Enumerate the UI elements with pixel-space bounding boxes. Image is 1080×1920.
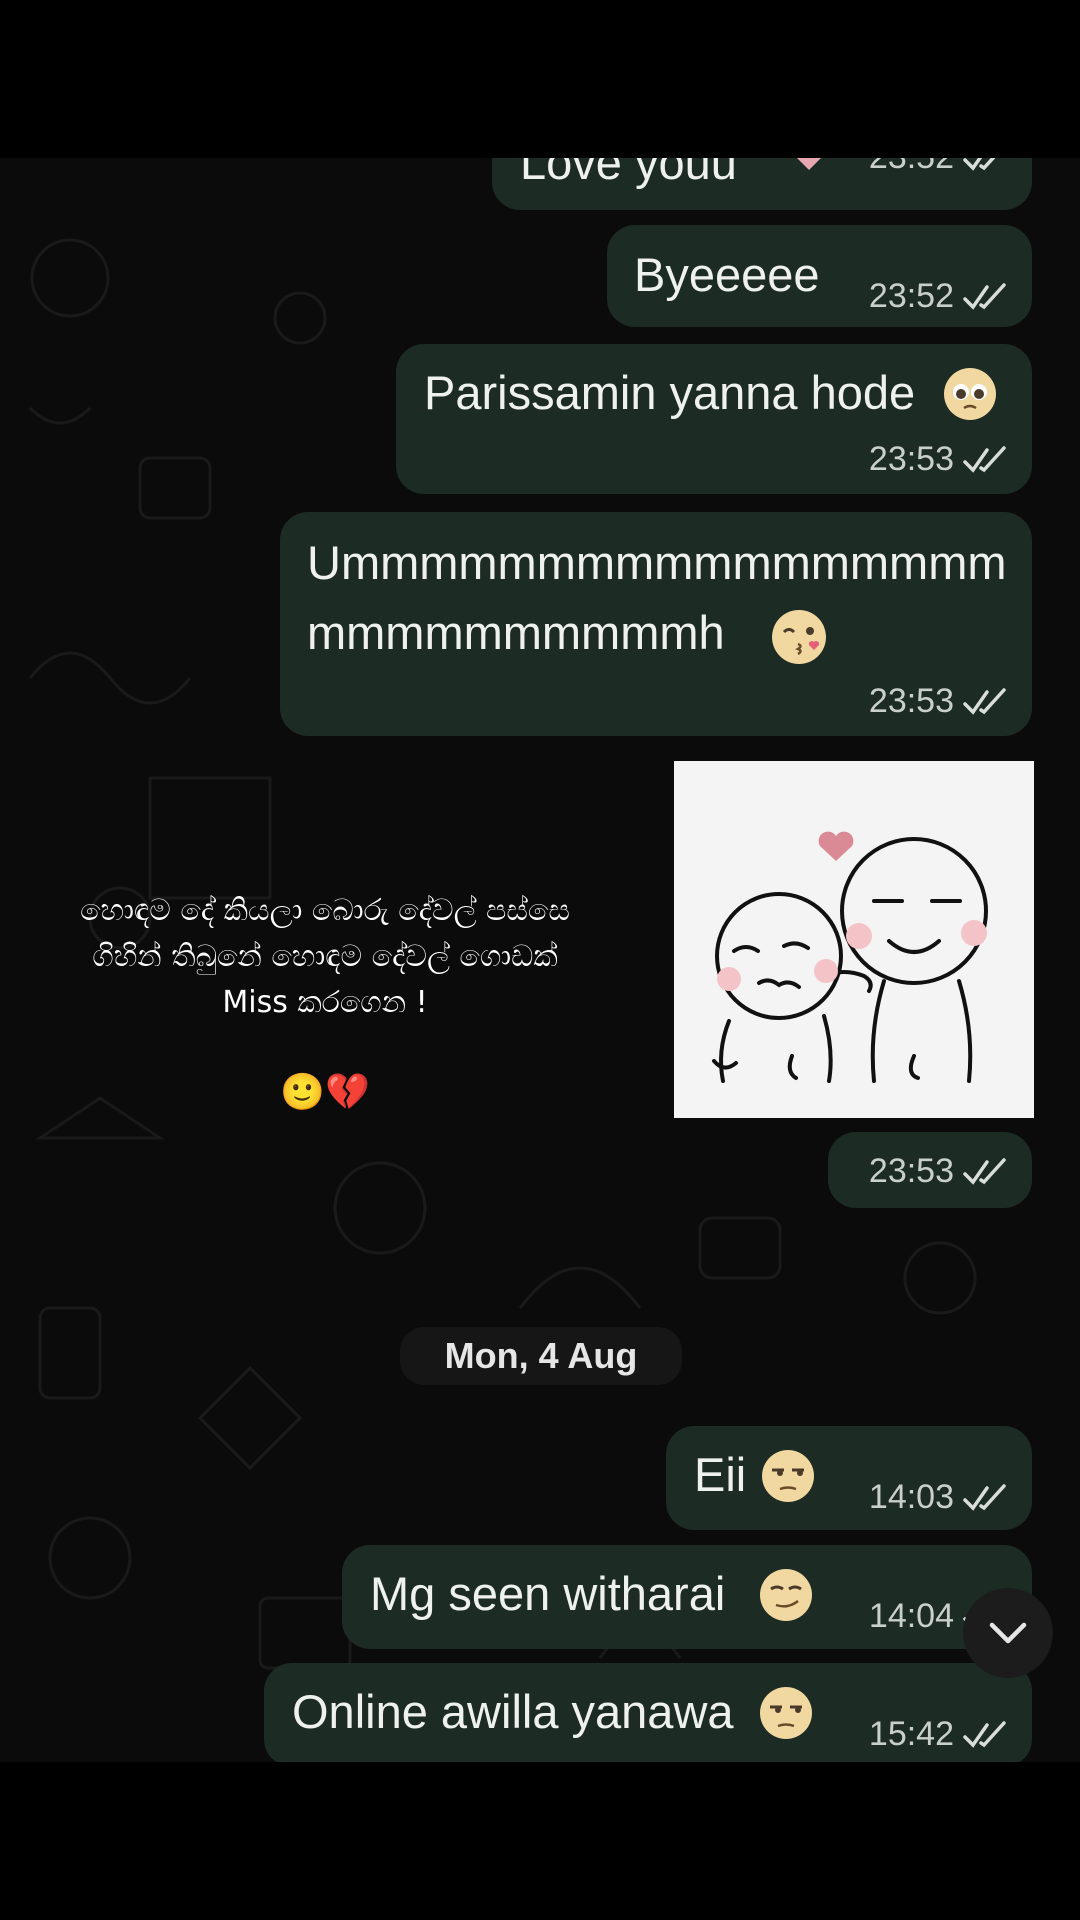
double-check-icon [963, 445, 1006, 473]
caption-line-2: ගිහින් තිබුනේ හොඳම දේවල් ගොඩක් [92, 939, 558, 974]
heart-icon [797, 158, 821, 170]
message-text: Love youu [520, 158, 737, 189]
double-check-icon [963, 282, 1006, 310]
outgoing-message[interactable]: Mg seen witharai 14:04 [342, 1545, 1032, 1649]
double-check-icon [963, 1157, 1006, 1185]
unamused-face-icon [760, 1687, 812, 1739]
message-text: Mg seen witharai [370, 1567, 726, 1620]
caption-line-1: හොඳම දේ කියලා බොරු දේවල් පස්සෙ [80, 893, 570, 928]
message-time: 23:53 [868, 682, 954, 720]
sticker-illustration [712, 831, 988, 1083]
double-check-icon [963, 1720, 1006, 1748]
message-text-line-1: Ummmmmmmmmmmmmmmmm [307, 536, 1007, 589]
outgoing-message[interactable]: Ummmmmmmmmmmmmmmmm mmmmmmmmmmh 23:53 [280, 512, 1032, 736]
message-time: 23:53 [868, 1152, 954, 1190]
message-text: Parissamin yanna hode [424, 366, 916, 419]
message-text: Eii [694, 1448, 747, 1501]
caption-line-3: Miss කරගෙන ! [222, 985, 428, 1020]
outgoing-message[interactable]: Love youu 23:52 [492, 158, 1032, 210]
unamused-face-icon [762, 1450, 814, 1502]
message-time: 23:52 [869, 158, 954, 177]
message-time: 14:04 [868, 1597, 954, 1635]
outgoing-message[interactable]: Byeeeee 23:52 [607, 225, 1032, 327]
outgoing-message[interactable]: Eii 14:03 [666, 1426, 1032, 1530]
sticker-meta-bubble[interactable]: 23:53 [828, 1132, 1032, 1208]
double-check-icon [963, 1483, 1006, 1511]
double-check-icon [963, 158, 996, 171]
date-separator: Mon, 4 Aug [400, 1327, 682, 1385]
message-meta: 23:52 [869, 277, 1008, 316]
message-meta: 23:53 [869, 440, 1008, 479]
overlay-caption: හොඳම දේ කියලා බොරු දේවල් පස්සෙ ගිහින් ති… [20, 888, 630, 1116]
message-text-line-2: mmmmmmmmmmh [307, 606, 725, 659]
message-meta: 15:42 [869, 1715, 1008, 1754]
caption-emojis: 🙂💔 [280, 1072, 370, 1113]
message-text: Byeeeee [634, 248, 820, 301]
double-check-icon [963, 687, 1006, 715]
message-time: 15:42 [868, 1715, 954, 1753]
sticker-image[interactable] [674, 761, 1034, 1118]
message-time: 23:53 [868, 440, 954, 478]
message-time: 14:03 [868, 1478, 954, 1516]
message-meta: 23:53 [869, 682, 1008, 721]
kiss-face-icon [772, 610, 826, 664]
pleading-face-icon [944, 368, 996, 420]
message-meta: 23:52 [869, 158, 1008, 177]
message-meta: 23:53 [869, 1152, 1008, 1191]
outgoing-message[interactable]: Online awilla yanawa 15:42 [264, 1663, 1032, 1762]
outgoing-message[interactable]: Parissamin yanna hode 23:53 [396, 344, 1032, 494]
scroll-to-bottom-button[interactable] [963, 1588, 1053, 1678]
chevron-down-icon [989, 1622, 1027, 1644]
chat-area[interactable]: Love youu 23:52 Byeeeee 23:52 Parissamin… [0, 158, 1080, 1762]
smirk-face-icon [760, 1569, 812, 1621]
message-text: Online awilla yanawa [292, 1685, 734, 1738]
message-time: 23:52 [868, 277, 954, 315]
message-meta: 14:03 [869, 1478, 1008, 1517]
